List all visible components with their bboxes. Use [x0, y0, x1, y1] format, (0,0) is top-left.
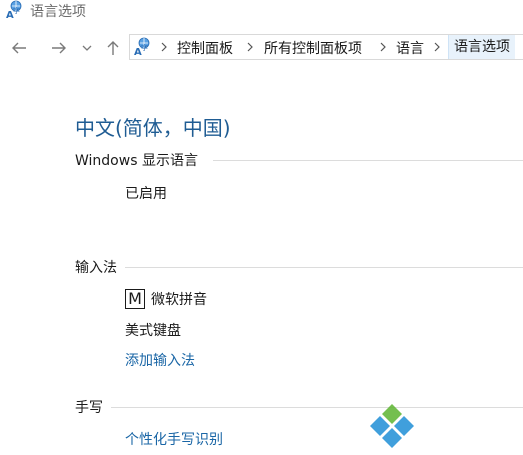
forward-button[interactable]: [46, 36, 72, 60]
breadcrumb-language[interactable]: 语言: [396, 38, 424, 58]
language-options-icon: A 字: [134, 37, 150, 57]
svg-text:字: 字: [13, 6, 20, 15]
display-language-status: 已启用: [125, 186, 167, 202]
section-display-language: Windows 显示语言: [75, 150, 523, 170]
breadcrumb-current[interactable]: 语言选项: [448, 35, 515, 59]
ime-item-us-keyboard: 美式键盘: [125, 323, 181, 339]
title-bar: A 字 语言选项: [0, 0, 523, 22]
section-label-handwriting: 手写: [75, 397, 109, 417]
chevron-right-icon[interactable]: [378, 41, 388, 53]
window: A 字 语言选项 A 字 控制面板 所有控制面板项 语言 语言选项 中文(简体，…: [0, 0, 523, 455]
back-button[interactable]: [6, 36, 32, 60]
language-options-icon: A 字: [6, 0, 22, 20]
recent-locations-button[interactable]: [78, 36, 96, 60]
ime-item-label: 微软拼音: [151, 292, 207, 308]
section-label-input-method: 输入法: [75, 257, 123, 277]
svg-text:字: 字: [141, 43, 148, 52]
breadcrumb-control-panel[interactable]: 控制面板: [177, 38, 233, 58]
chevron-right-icon[interactable]: [432, 41, 442, 53]
add-input-method-link[interactable]: 添加输入法: [125, 350, 195, 370]
ime-m-icon: M: [125, 289, 145, 309]
arrow-left-icon: [12, 42, 26, 54]
address-bar[interactable]: A 字 控制面板 所有控制面板项 语言 语言选项: [129, 34, 523, 60]
section-label-display-language: Windows 显示语言: [75, 150, 204, 170]
section-divider: [213, 160, 523, 161]
up-button[interactable]: [102, 36, 124, 60]
breadcrumb-all-control-panel-items[interactable]: 所有控制面板项: [264, 38, 362, 58]
section-input-method: 输入法: [75, 257, 523, 277]
chevron-right-icon[interactable]: [159, 41, 169, 53]
watermark: [368, 400, 523, 455]
ime-item-microsoft-pinyin: M 微软拼音: [125, 289, 207, 309]
arrow-up-icon: [107, 41, 119, 55]
section-divider: [125, 267, 523, 268]
personalize-handwriting-link[interactable]: 个性化手写识别: [125, 429, 223, 449]
watermark-logo-icon: [370, 404, 414, 448]
chevron-down-icon: [82, 45, 92, 51]
language-title: 中文(简体，中国): [75, 116, 231, 140]
window-title: 语言选项: [30, 4, 86, 20]
chevron-right-icon[interactable]: [245, 41, 255, 53]
arrow-right-icon: [52, 42, 66, 54]
